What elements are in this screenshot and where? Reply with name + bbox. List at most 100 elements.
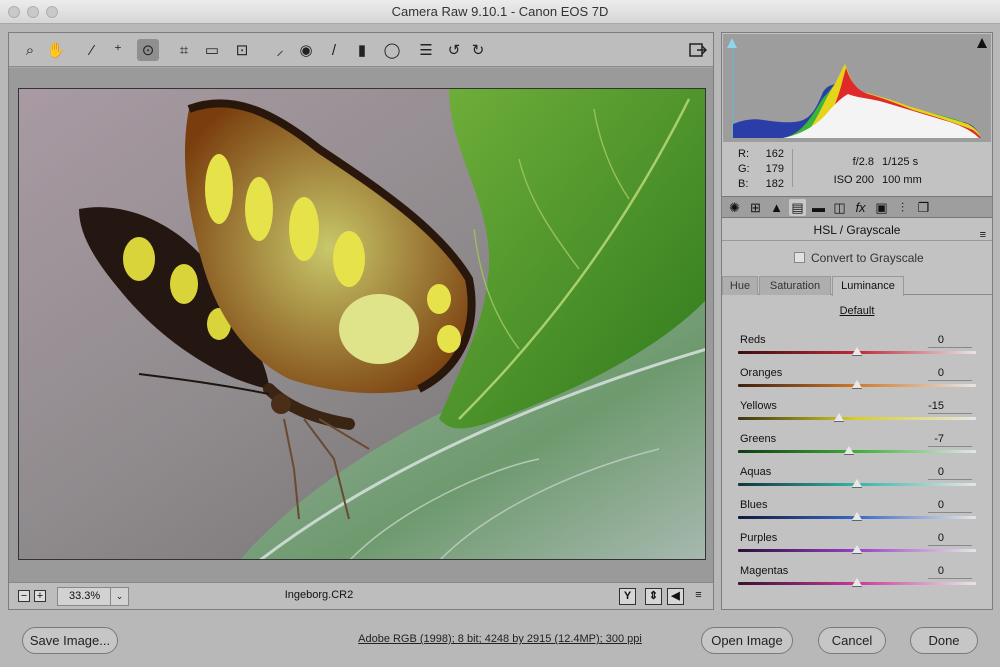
subtab-luminance[interactable]: Luminance: [832, 276, 904, 296]
histogram-graph: [732, 48, 981, 138]
tab-hsl[interactable]: ▤: [789, 199, 806, 216]
white-balance-tool[interactable]: ⁄: [81, 39, 103, 61]
slider-label: Blues: [740, 499, 768, 511]
slider-yellows: Yellows -15: [738, 400, 976, 433]
fullscreen-button[interactable]: [687, 39, 709, 61]
crop-icon: ⌗: [179, 41, 189, 59]
done-button[interactable]: Done: [910, 627, 978, 654]
slider-thumb[interactable]: [852, 578, 862, 587]
radial-filter-icon: ◯: [383, 41, 401, 59]
targeted-adjustment-tool[interactable]: ⊙: [137, 39, 159, 61]
target-adjust-icon: ⊙: [141, 41, 155, 59]
before-after-y-button[interactable]: Y: [619, 588, 636, 605]
camera-icon: ▣: [875, 200, 888, 215]
iso-value: ISO 200: [833, 174, 874, 186]
b-label: B:: [738, 178, 749, 190]
slider-value-field[interactable]: 0: [928, 565, 972, 579]
hsl-subtabs: Hue Saturation Luminance: [722, 276, 992, 296]
zoom-out-button[interactable]: −: [18, 590, 30, 602]
slider-label: Greens: [740, 433, 777, 445]
adjustment-brush-tool[interactable]: /: [323, 39, 345, 61]
zoom-level-value: 33.3%: [69, 590, 101, 602]
tab-detail[interactable]: ▲: [768, 199, 785, 216]
slider-label: Yellows: [740, 400, 777, 412]
slider-thumb[interactable]: [852, 380, 862, 389]
slider-thumb[interactable]: [852, 479, 862, 488]
spot-brush-icon: ⸝: [276, 41, 284, 59]
slider-track[interactable]: [738, 417, 976, 420]
lens-icon: ◫: [833, 200, 846, 215]
panel-menu-icon[interactable]: ≡: [980, 224, 986, 246]
transform-icon: ⊡: [235, 41, 249, 59]
subtab-saturation[interactable]: Saturation: [759, 276, 831, 295]
status-bar: − + 33.3% ⌄ Ingeborg.CR2 Y ⇕ ◀ ≡: [9, 582, 713, 609]
tab-effects[interactable]: fx: [852, 199, 869, 216]
title-bar: Camera Raw 9.10.1 - Canon EOS 7D: [0, 0, 1000, 24]
copy-settings-button[interactable]: ◀: [667, 588, 684, 605]
view-settings-button[interactable]: ≡: [690, 588, 707, 605]
g-value: 179: [765, 163, 784, 175]
rotate-left-button[interactable]: ↺: [443, 39, 465, 61]
tab-tone-curve[interactable]: ⊞: [747, 199, 764, 216]
cancel-button[interactable]: Cancel: [818, 627, 886, 654]
slider-value-field[interactable]: 0: [928, 334, 972, 348]
tab-basic[interactable]: ✺: [726, 199, 743, 216]
red-eye-tool[interactable]: ◉: [295, 39, 317, 61]
slider-thumb[interactable]: [852, 347, 862, 356]
slider-reds: Reds 0: [738, 334, 976, 367]
graduated-filter-tool[interactable]: ▮: [351, 39, 373, 61]
default-link[interactable]: Default: [722, 305, 992, 317]
hand-icon: ✋: [46, 41, 66, 59]
straighten-tool[interactable]: ▭: [201, 39, 223, 61]
butterfly-photo: [19, 89, 705, 559]
zoom-tool[interactable]: ⌕: [19, 39, 41, 61]
panel-tab-bar: ✺ ⊞ ▲ ▤ ▬ ◫ fx ▣ ⫶ ❐: [722, 196, 992, 218]
spot-removal-tool[interactable]: ⸝: [269, 39, 291, 61]
crop-tool[interactable]: ⌗: [173, 39, 195, 61]
slider-value-field[interactable]: -15: [928, 400, 972, 414]
fx-icon: fx: [855, 200, 866, 215]
hsl-icon: ▤: [791, 200, 804, 215]
slider-thumb[interactable]: [852, 512, 862, 521]
tab-camera-calibration[interactable]: ▣: [873, 199, 890, 216]
preview-pane: ⌕ ✋ ⁄ ⁺ ⊙ ⌗ ▭ ⊡ ⸝ ◉ / ▮ ◯ ☰ ↺ ↻ − + 33.3…: [8, 32, 714, 610]
slider-value-field[interactable]: 0: [928, 532, 972, 546]
zoom-in-button[interactable]: +: [34, 590, 46, 602]
tab-split-toning[interactable]: ▬: [810, 199, 827, 216]
convert-grayscale-option[interactable]: Convert to Grayscale: [794, 251, 924, 265]
eyedropper-icon: ⁄: [90, 41, 94, 59]
tab-lens-corrections[interactable]: ◫: [831, 199, 848, 216]
mountains-icon: ▲: [770, 200, 783, 215]
convert-grayscale-label: Convert to Grayscale: [811, 251, 924, 265]
color-sampler-tool[interactable]: ⁺: [107, 39, 129, 61]
snapshots-icon: ❐: [917, 200, 930, 215]
curve-grid-icon: ⊞: [750, 200, 761, 215]
panel-header: HSL / Grayscale ≡: [722, 219, 992, 241]
slider-thumb[interactable]: [843, 446, 854, 455]
slider-thumb[interactable]: [852, 545, 862, 554]
zoom-level-select[interactable]: 33.3% ⌄: [57, 587, 129, 606]
graduated-filter-icon: ▮: [357, 41, 367, 59]
adjustment-panel: R: 162 G: 179 B: 182 f/2.8 1/125 s ISO 200 …: [721, 32, 993, 610]
open-image-button[interactable]: Open Image: [701, 627, 793, 654]
swap-before-after-button[interactable]: ⇕: [645, 588, 662, 605]
slider-value-field[interactable]: 0: [928, 466, 972, 480]
slider-value-field[interactable]: 0: [928, 499, 972, 513]
subtab-hue[interactable]: Hue: [722, 276, 758, 295]
histogram: [723, 34, 991, 142]
tab-snapshots[interactable]: ❐: [915, 199, 932, 216]
slider-value-field[interactable]: -7: [928, 433, 972, 447]
convert-grayscale-checkbox[interactable]: [794, 252, 805, 263]
slider-value-field[interactable]: 0: [928, 367, 972, 381]
slider-thumb[interactable]: [834, 413, 845, 422]
slider-greens: Greens -7: [738, 433, 976, 466]
radial-filter-tool[interactable]: ◯: [381, 39, 403, 61]
transform-tool[interactable]: ⊡: [231, 39, 253, 61]
preferences-button[interactable]: ☰: [415, 39, 437, 61]
hand-tool[interactable]: ✋: [45, 39, 67, 61]
slider-track[interactable]: [738, 450, 976, 453]
rotate-right-button[interactable]: ↻: [467, 39, 489, 61]
shutter-value: 1/125 s: [882, 156, 919, 168]
photo-preview[interactable]: [18, 88, 706, 560]
tab-presets[interactable]: ⫶: [894, 199, 911, 216]
